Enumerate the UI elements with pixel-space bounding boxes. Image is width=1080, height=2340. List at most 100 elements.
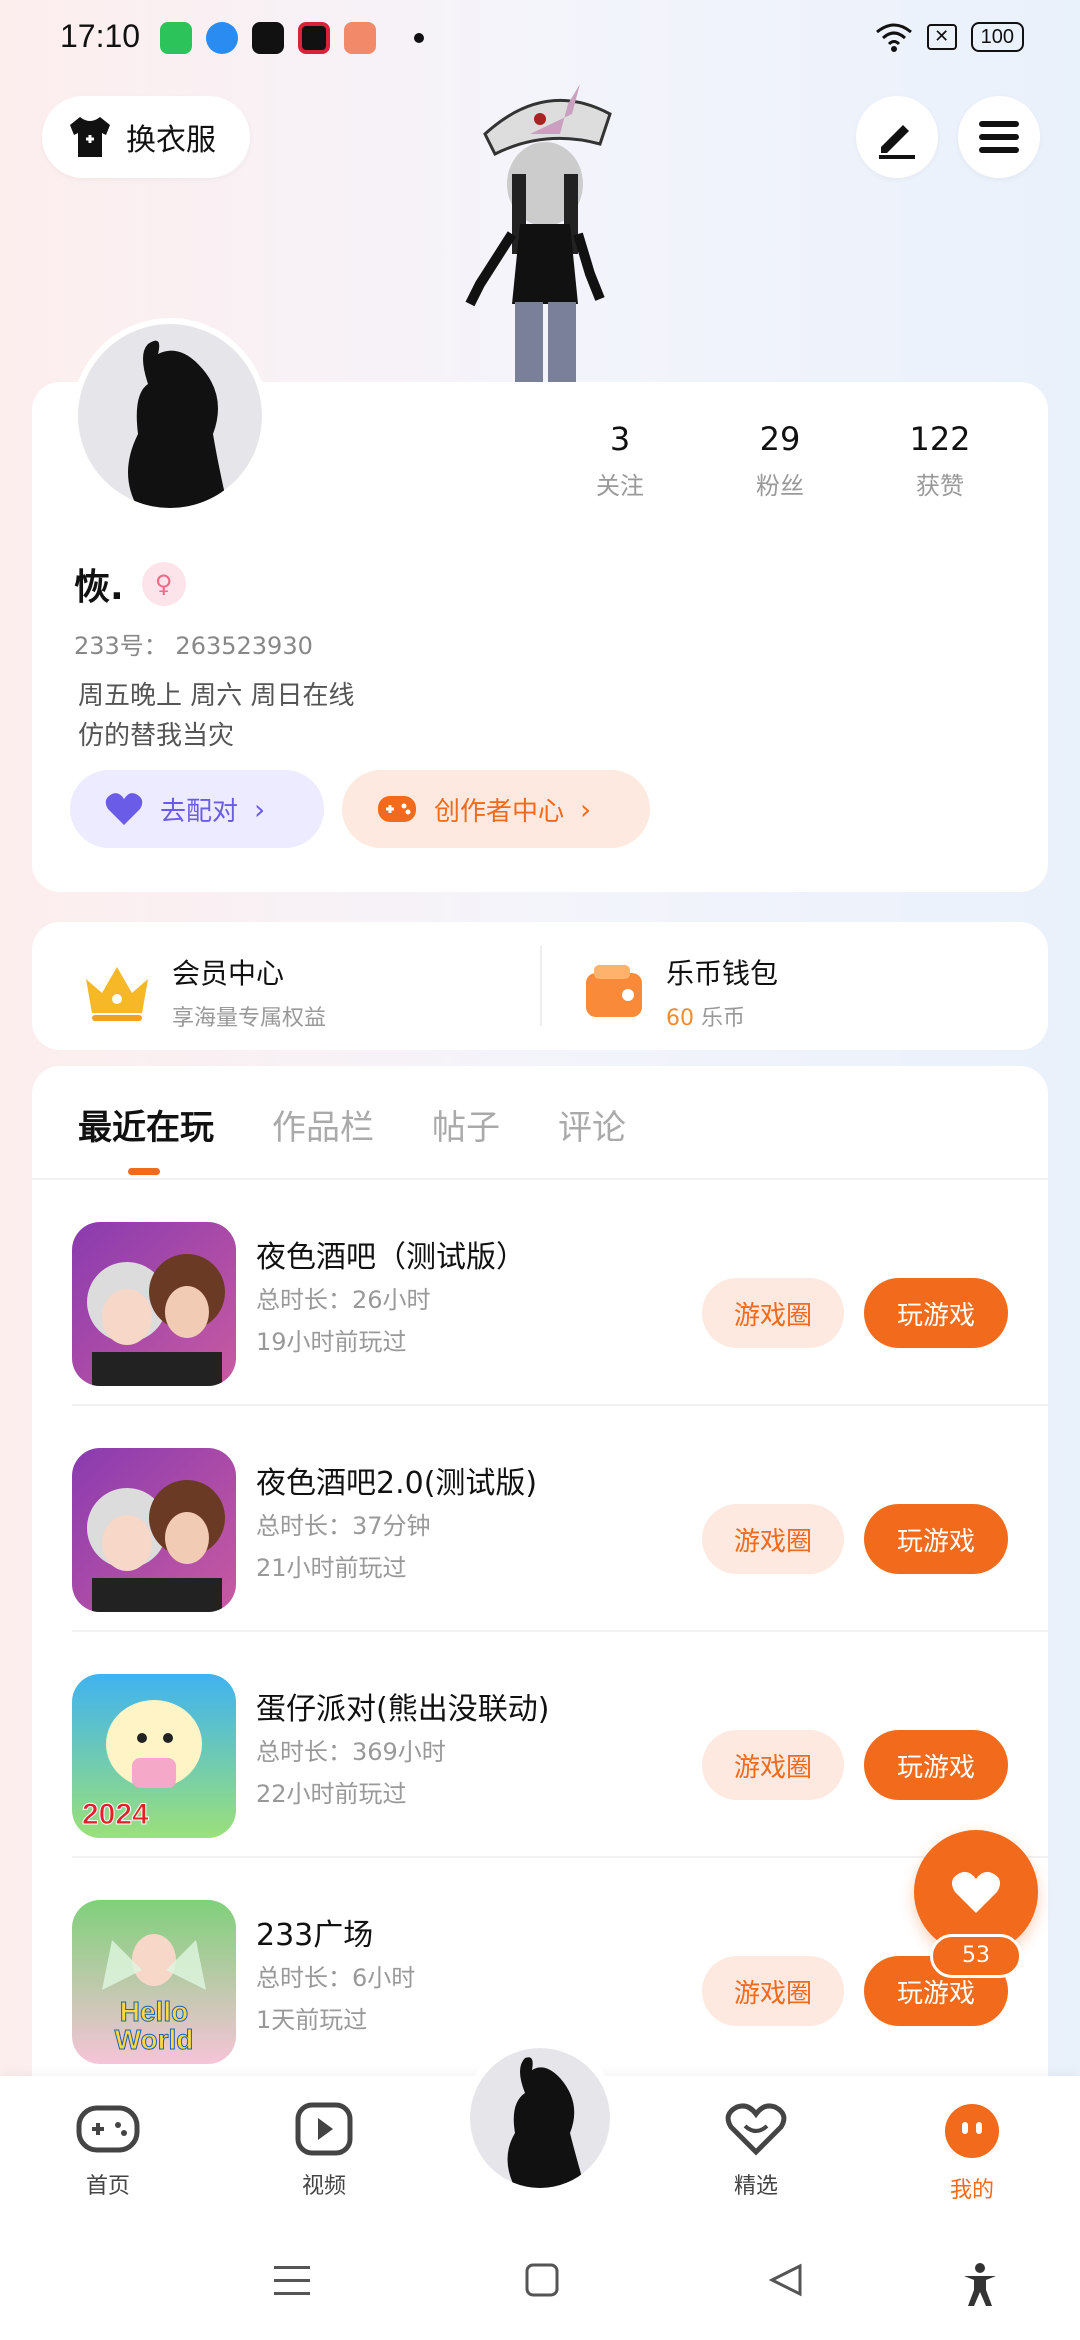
accessibility-icon[interactable] xyxy=(960,2262,1000,2308)
game-icon xyxy=(72,1448,236,1612)
game-circle-button[interactable]: 游戏圈 xyxy=(702,1504,844,1574)
nav-featured[interactable]: 精选 xyxy=(696,2102,816,2200)
creator-center-button[interactable]: 创作者中心 › xyxy=(342,770,650,848)
list-item[interactable]: 夜色酒吧2.0(测试版) 总时长：37分钟 21小时前玩过 游戏圈 玩游戏 xyxy=(32,1406,1048,1632)
list-item[interactable]: 夜色酒吧（测试版） 总时长：26小时 19小时前玩过 游戏圈 玩游戏 xyxy=(32,1180,1048,1406)
divider xyxy=(540,946,542,1026)
tiktok-icon xyxy=(252,22,284,54)
match-label: 去配对 xyxy=(160,796,239,827)
profile-face-icon xyxy=(945,2104,999,2158)
game-name: 夜色酒吧2.0(测试版) xyxy=(256,1466,538,1501)
game-last-played: 1天前玩过 xyxy=(256,2006,368,2034)
chevron-right-icon: › xyxy=(254,792,266,826)
match-button[interactable]: 去配对 › xyxy=(70,770,324,848)
avatar-silhouette xyxy=(128,340,228,508)
wechat-icon xyxy=(160,22,192,54)
stat-following[interactable]: 3 关注 xyxy=(540,420,700,501)
stat-following-label: 关注 xyxy=(596,472,644,500)
nav-featured-label: 精选 xyxy=(733,2174,778,2199)
back-triangle-icon[interactable] xyxy=(768,2262,804,2298)
nav-me[interactable]: 我的 xyxy=(912,2102,1032,2204)
nav-home-label: 首页 xyxy=(85,2174,130,2199)
game-icon: 2024 xyxy=(72,1674,236,1838)
tab-comments[interactable]: 评论 xyxy=(558,1100,626,1149)
vip-subtitle: 享海量专属权益 xyxy=(172,1006,327,1031)
game-name: 蛋仔派对(熊出没联动) xyxy=(256,1692,550,1727)
user-id: 233号： 263523930 xyxy=(74,632,313,660)
tab-indicator xyxy=(128,1168,160,1175)
game-duration: 总时长：6小时 xyxy=(256,1964,416,1992)
nav-video-label: 视频 xyxy=(301,2174,346,2199)
bio-line: 周五晚上 周六 周日在线 xyxy=(78,681,355,711)
vip-center-entry[interactable]: 会员中心 享海量专属权益 xyxy=(82,952,326,1032)
nav-center-avatar[interactable] xyxy=(462,2040,618,2196)
wallet-balance: 60 乐币 xyxy=(666,1000,778,1032)
like-count-badge: 53 xyxy=(930,1934,1022,1978)
avatar-silhouette xyxy=(507,2057,585,2188)
game-last-played: 19小时前玩过 xyxy=(256,1328,407,1356)
avatar-3d-figure[interactable] xyxy=(460,74,630,384)
wallet-icon xyxy=(586,965,642,1017)
hamburger-menu-icon xyxy=(979,121,1019,153)
crown-icon xyxy=(86,967,148,1021)
app-blue-icon xyxy=(206,22,238,54)
play-game-button[interactable]: 玩游戏 xyxy=(864,1730,1008,1800)
profile-stats: 3 关注 29 粉丝 122 获赞 xyxy=(540,420,1020,501)
gamepad-icon xyxy=(378,796,416,822)
heart-badge-icon xyxy=(725,2103,787,2156)
status-time: 17:10 xyxy=(60,18,141,54)
game-icon: Hello World xyxy=(72,1900,236,2064)
female-gender-icon: ♀ xyxy=(141,562,186,606)
nav-home[interactable]: 首页 xyxy=(48,2102,168,2200)
play-game-button[interactable]: 玩游戏 xyxy=(864,1504,1008,1574)
wallet-entry[interactable]: 乐币钱包 60 乐币 xyxy=(582,952,778,1032)
game-icon xyxy=(72,1222,236,1386)
menu-button[interactable] xyxy=(958,96,1040,178)
game-last-played: 22小时前玩过 xyxy=(256,1780,407,1808)
game-circle-button[interactable]: 游戏圈 xyxy=(702,1278,844,1348)
wifi-icon xyxy=(875,23,912,52)
camera-app-icon xyxy=(298,22,330,54)
game-cover-text: Hello World xyxy=(114,1996,194,2055)
game-duration: 总时长：26小时 xyxy=(256,1286,431,1314)
stat-fans[interactable]: 29 粉丝 xyxy=(700,420,860,501)
list-item[interactable]: 2024 蛋仔派对(熊出没联动) 总时长：369小时 22小时前玩过 游戏圈 玩… xyxy=(32,1632,1048,1858)
tab-posts[interactable]: 帖子 xyxy=(432,1100,500,1149)
status-right: ✕ 100 xyxy=(875,22,1024,52)
wallet-unit: 乐币 xyxy=(701,1006,746,1031)
username: 恢. xyxy=(74,567,124,608)
gamepad-icon xyxy=(76,2105,140,2153)
edit-profile-button[interactable] xyxy=(856,96,938,178)
game-circle-button[interactable]: 游戏圈 xyxy=(702,1956,844,2026)
shirt-icon xyxy=(70,117,110,157)
play-video-icon xyxy=(295,2102,353,2156)
system-nav-bar xyxy=(0,2226,1080,2340)
game-name: 夜色酒吧（测试版） xyxy=(256,1240,526,1275)
chevron-right-icon: › xyxy=(580,792,592,826)
stat-likes[interactable]: 122 获赞 xyxy=(860,420,1020,501)
avatar xyxy=(470,2048,610,2188)
game-duration: 总时长：369小时 xyxy=(256,1738,446,1766)
member-wallet-card: 会员中心 享海量专属权益 乐币钱包 60 乐币 xyxy=(32,922,1048,1050)
tab-works[interactable]: 作品栏 xyxy=(272,1100,374,1149)
status-bar: 17:10 ✕ 100 xyxy=(0,0,1080,80)
nav-video[interactable]: 视频 xyxy=(264,2102,384,2200)
battery-indicator: 100 xyxy=(970,22,1024,52)
recent-apps-icon[interactable] xyxy=(272,2262,312,2300)
wallet-title: 乐币钱包 xyxy=(666,957,779,990)
game-name: 233广场 xyxy=(256,1918,374,1953)
avatar[interactable] xyxy=(72,318,268,514)
notification-icons xyxy=(160,22,424,54)
profile-tabs: 最近在玩 作品栏 帖子 评论 xyxy=(78,1100,626,1149)
home-square-icon[interactable] xyxy=(524,2262,560,2298)
change-outfit-button[interactable]: 换衣服 xyxy=(42,96,250,178)
content-card: 最近在玩 作品栏 帖子 评论 夜色酒吧（测试版） 总时长：26小时 19小时前玩… xyxy=(32,1066,1048,2126)
change-outfit-label: 换衣服 xyxy=(126,123,216,158)
stat-following-value: 3 xyxy=(609,420,631,458)
sim-off-icon: ✕ xyxy=(926,24,957,50)
play-game-button[interactable]: 玩游戏 xyxy=(864,1278,1008,1348)
pencil-icon xyxy=(879,125,915,159)
tab-recent-play[interactable]: 最近在玩 xyxy=(78,1100,214,1149)
game-circle-button[interactable]: 游戏圈 xyxy=(702,1730,844,1800)
creator-center-label: 创作者中心 xyxy=(434,796,565,827)
